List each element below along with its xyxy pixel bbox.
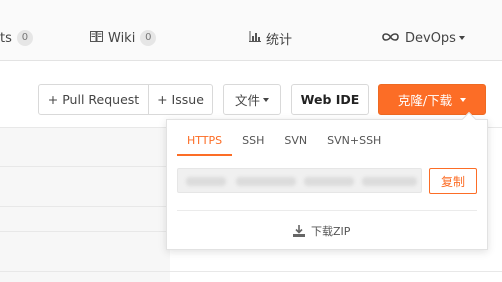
tab-svn-ssh[interactable]: SVN+SSH [317, 132, 391, 156]
divider [0, 206, 170, 207]
file-dropdown-button[interactable]: 文件 [223, 84, 281, 115]
tab-https[interactable]: HTTPS [177, 132, 233, 156]
download-zip-label: 下载ZIP [311, 225, 351, 238]
count-badge: 0 [140, 30, 157, 46]
pull-request-button[interactable]: + Pull Request [38, 84, 149, 115]
tab-svn[interactable]: SVN [274, 132, 317, 156]
nav-item-label: Wiki [108, 30, 136, 46]
chevron-down-icon [263, 97, 269, 102]
chevron-down-icon [458, 36, 465, 40]
clone-download-button[interactable]: 克隆/下载 [378, 84, 486, 115]
download-icon [293, 225, 305, 237]
redacted-text [236, 177, 296, 186]
chart-icon [249, 31, 261, 45]
redacted-text [304, 177, 354, 186]
clone-dropdown: HTTPS SSH SVN SVN+SSH 复制 下载ZIP [166, 111, 488, 250]
chevron-down-icon [460, 97, 467, 102]
copy-button[interactable]: 复制 [429, 168, 477, 194]
divider [0, 231, 170, 232]
nav-item-label: DevOps [405, 30, 456, 46]
top-nav: ts 0 Wiki 0 统计 DevOps [0, 0, 502, 61]
nav-item-ts[interactable]: ts 0 [0, 28, 33, 48]
new-issue-button[interactable]: + Issue [149, 84, 213, 115]
infinity-icon [381, 31, 400, 45]
nav-item-label: 统计 [266, 32, 293, 48]
download-zip-link[interactable]: 下载ZIP [293, 223, 350, 239]
nav-item-label: ts [0, 30, 12, 46]
nav-item-stats[interactable]: 统计 [249, 28, 292, 48]
divider [0, 271, 502, 272]
divider [177, 210, 477, 211]
clone-button-label: 克隆/下载 [397, 93, 453, 108]
count-badge: 0 [16, 30, 33, 46]
web-ide-button[interactable]: Web IDE [291, 84, 369, 115]
tab-ssh[interactable]: SSH [232, 132, 274, 156]
nav-item-wiki[interactable]: Wiki 0 [90, 28, 157, 48]
nav-item-devops[interactable]: DevOps [381, 28, 465, 48]
divider [0, 166, 170, 167]
redacted-text [186, 177, 226, 186]
clone-url-field[interactable] [177, 168, 422, 193]
book-icon [90, 31, 103, 45]
file-list-background [0, 128, 170, 282]
file-button-label: 文件 [234, 93, 260, 108]
redacted-text [362, 177, 417, 186]
protocol-tabs: HTTPS SSH SVN SVN+SSH [177, 132, 391, 156]
